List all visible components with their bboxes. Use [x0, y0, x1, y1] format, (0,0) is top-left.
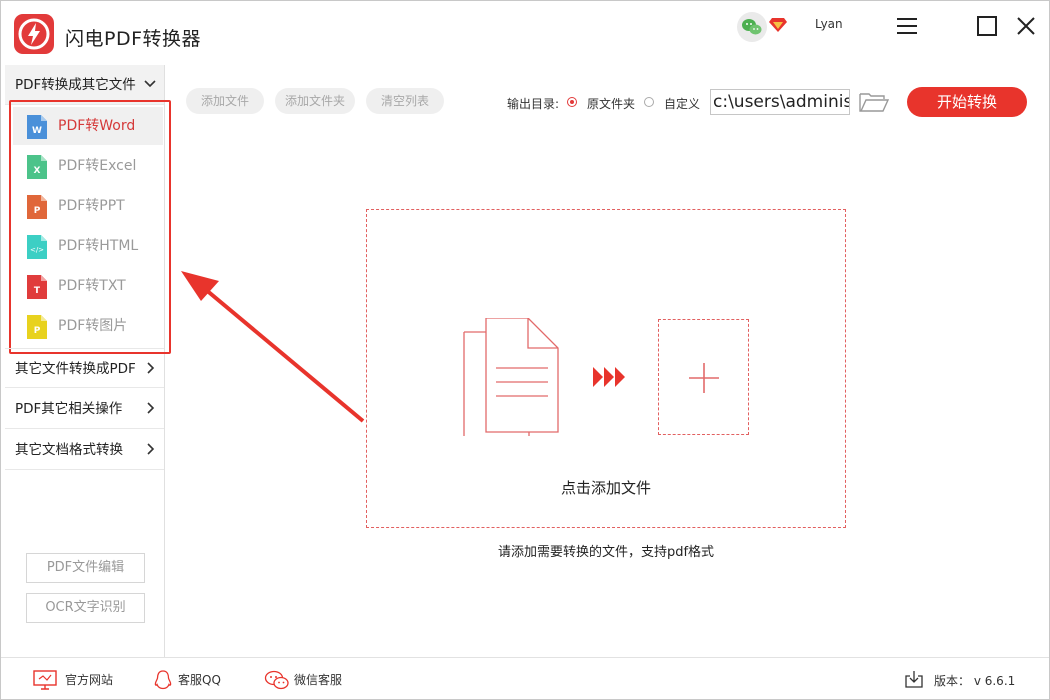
- wechat-icon[interactable]: [737, 12, 767, 42]
- triple-arrow-icon: [593, 367, 625, 387]
- ocr-button[interactable]: OCR文字识别: [26, 593, 145, 623]
- vip-diamond-icon[interactable]: [769, 17, 787, 33]
- output-path-input[interactable]: [710, 89, 850, 115]
- support-qq-label: 客服QQ: [178, 673, 221, 687]
- title-bar: 闪电PDF转换器 Lyan: [1, 1, 1049, 65]
- username[interactable]: Lyan: [815, 17, 843, 31]
- add-file-box[interactable]: [658, 319, 749, 435]
- qq-icon: [154, 670, 172, 690]
- document-stack-icon: [463, 318, 559, 436]
- official-website-link[interactable]: 官方网站: [33, 670, 123, 690]
- sidebar-group-pdf-to-other[interactable]: PDF转换成其它文件: [5, 65, 164, 105]
- menu-icon[interactable]: [894, 13, 920, 39]
- close-icon[interactable]: [1013, 13, 1039, 39]
- sidebar-group-other-to-pdf[interactable]: 其它文件转换成PDF: [5, 348, 164, 388]
- wechat-support-label: 微信客服: [294, 673, 343, 687]
- sidebar-group-other-formats[interactable]: 其它文档格式转换: [5, 430, 164, 470]
- wechat-support-link[interactable]: 微信客服: [264, 670, 354, 690]
- monitor-icon: [33, 670, 57, 690]
- annotation-arrow-icon: [181, 271, 365, 423]
- sidebar-group-label: 其它文件转换成PDF: [15, 361, 136, 377]
- sidebar-group-label: PDF转换成其它文件: [15, 77, 136, 93]
- app-window: 闪电PDF转换器 Lyan PDF转换成其它文件 W PDF转Word X PD…: [0, 0, 1050, 700]
- add-file-button[interactable]: 添加文件: [186, 88, 264, 114]
- file-drop-zone[interactable]: 点击添加文件: [366, 209, 846, 528]
- app-title: 闪电PDF转换器: [65, 28, 202, 50]
- sidebar-group-label: PDF其它相关操作: [15, 401, 123, 417]
- pdf-edit-button[interactable]: PDF文件编辑: [26, 553, 145, 583]
- lightning-logo-icon: [14, 14, 54, 54]
- chevron-down-icon: [144, 80, 156, 88]
- radio-original-folder-label[interactable]: 原文件夹: [587, 95, 635, 112]
- sidebar: PDF转换成其它文件 W PDF转Word X PDF转Excel P PDF转…: [5, 65, 171, 657]
- radio-custom-folder[interactable]: [644, 97, 654, 107]
- output-directory-label: 输出目录:: [507, 97, 560, 111]
- maximize-icon[interactable]: [974, 13, 1000, 39]
- chevron-right-icon: [147, 402, 155, 414]
- plus-icon: [689, 363, 719, 393]
- start-convert-button[interactable]: 开始转换: [907, 87, 1027, 117]
- add-folder-button[interactable]: 添加文件夹: [275, 88, 355, 114]
- chevron-right-icon: [147, 443, 155, 455]
- chevron-right-icon: [147, 362, 155, 374]
- radio-original-folder[interactable]: [567, 97, 577, 107]
- official-website-label: 官方网站: [65, 673, 114, 687]
- annotation-highlight-box: [9, 100, 171, 354]
- footer-bar: 官方网站 客服QQ 微信客服 版本： v 6.6.1: [1, 657, 1049, 699]
- drop-zone-text: 点击添加文件: [560, 479, 651, 497]
- radio-custom-folder-label[interactable]: 自定义: [664, 95, 700, 112]
- open-folder-icon[interactable]: [859, 91, 889, 113]
- support-qq-link[interactable]: 客服QQ: [154, 670, 234, 690]
- clear-list-button[interactable]: 清空列表: [366, 88, 444, 114]
- version-label: 版本： v 6.6.1: [934, 674, 1016, 688]
- supported-format-hint: 请添加需要转换的文件，支持pdf格式: [497, 545, 715, 560]
- download-icon[interactable]: [905, 670, 923, 688]
- sidebar-group-label: 其它文档格式转换: [15, 442, 123, 458]
- sidebar-group-pdf-operations[interactable]: PDF其它相关操作: [5, 389, 164, 429]
- wechat-support-icon: [264, 670, 289, 690]
